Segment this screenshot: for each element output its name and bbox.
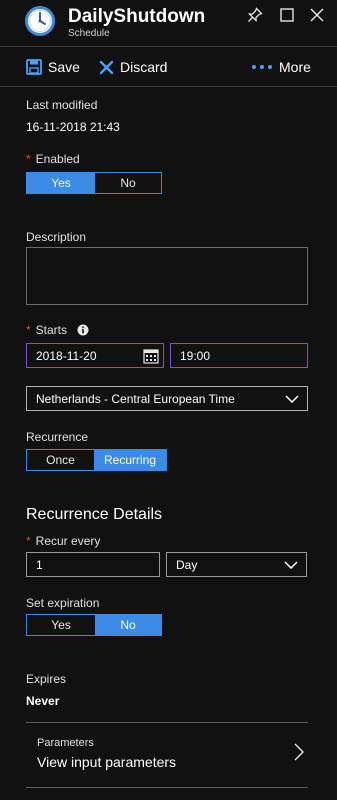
recur-every-label-row: * Recur every [26,534,100,548]
discard-button[interactable]: Discard [99,58,167,76]
expiration-toggle[interactable]: Yes No [26,614,162,636]
close-icon[interactable] [308,6,326,24]
parameters-row[interactable]: Parameters View input parameters [26,723,308,785]
last-modified-label: Last modified [26,98,98,112]
calendar-icon[interactable] [143,348,159,364]
recurrence-recurring-option[interactable]: Recurring [94,450,166,470]
expiration-no-option[interactable]: No [95,615,161,635]
recurrence-once-option[interactable]: Once [27,450,94,470]
expiration-yes-option[interactable]: Yes [27,615,95,635]
enabled-label-row: * Enabled [26,152,80,166]
description-label: Description [26,230,87,244]
expires-value: Never [26,694,60,708]
start-date-field[interactable]: 2018-11-20 [26,343,164,368]
chevron-down-icon [284,561,298,569]
parameters-label: Parameters [37,737,94,749]
recurrence-toggle[interactable]: Once Recurring [26,449,167,471]
timezone-select[interactable]: Netherlands - Central European Time [26,386,308,411]
view-input-parameters-link: View input parameters [37,754,177,770]
starts-label: Starts [35,323,68,337]
save-button[interactable]: Save [26,58,80,76]
discard-label: Discard [120,59,168,75]
toolbar-divider [0,86,337,87]
info-icon[interactable] [77,324,89,336]
recurrence-label: Recurrence [26,430,89,444]
start-time-value: 19:00 [180,348,211,363]
enabled-label: Enabled [35,152,80,166]
pin-icon[interactable] [246,6,264,24]
last-modified-value: 16-11-2018 21:43 [26,120,120,134]
discard-icon [99,60,114,74]
description-field[interactable] [26,247,308,305]
maximize-icon[interactable] [278,6,296,24]
save-icon [26,59,42,75]
required-marker: * [26,323,31,337]
save-label: Save [48,59,80,75]
recurrence-details-title: Recurrence Details [26,506,163,523]
page-subtitle: Schedule [68,28,110,39]
recur-unit-value: Day [176,557,198,572]
timezone-value: Netherlands - Central European Time [36,391,235,406]
required-marker: * [26,152,31,166]
required-marker: * [26,534,31,548]
enabled-yes-option[interactable]: Yes [27,173,95,193]
more-icon [252,65,272,69]
expires-label: Expires [26,672,67,686]
enabled-toggle[interactable]: Yes No [26,172,162,194]
more-label: More [279,59,311,75]
set-expiration-label: Set expiration [26,596,100,610]
start-time-field[interactable]: 19:00 [170,343,308,368]
parameters-bottom-divider [26,787,308,788]
chevron-down-icon [285,395,299,403]
header-divider [0,46,337,47]
more-button[interactable]: More [251,58,311,76]
enabled-no-option[interactable]: No [95,173,161,193]
chevron-right-icon [294,743,304,761]
clock-icon [24,5,56,37]
recur-every-label: Recur every [35,534,101,548]
recur-interval-value: 1 [36,557,43,572]
start-date-value: 2018-11-20 [36,348,97,363]
page-title: DailyShutdown [68,6,206,27]
recur-interval-field[interactable]: 1 [26,552,160,577]
starts-label-row: * Starts [26,323,89,337]
recur-unit-select[interactable]: Day [166,552,307,577]
